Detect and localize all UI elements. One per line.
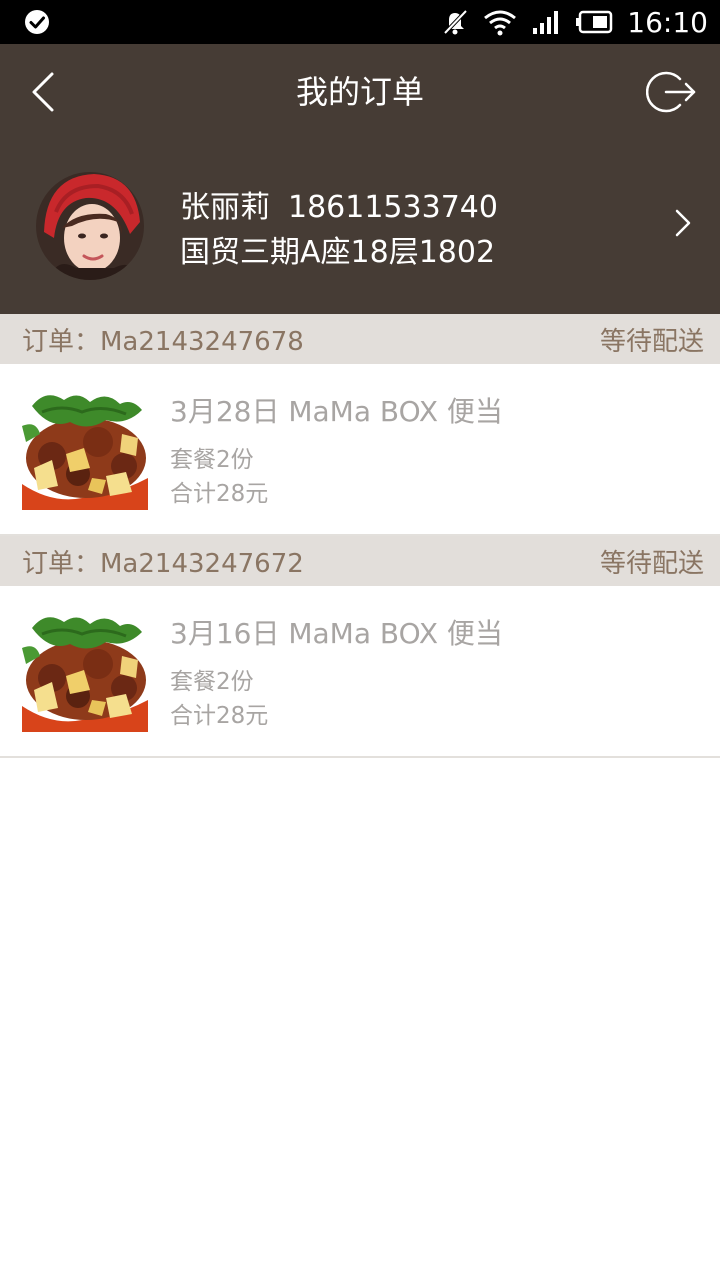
order-total: 合计28元 [170, 703, 269, 729]
status-bar: 16:10 [0, 0, 720, 44]
user-name: 张丽莉 [180, 190, 270, 225]
order-item[interactable]: 3月28日 MaMa BOX 便当 套餐2份 合计28元 [0, 364, 720, 536]
signal-icon [533, 11, 559, 34]
page-title: 我的订单 [295, 73, 424, 111]
battery-icon [576, 10, 613, 34]
user-phone: 18611533740 [288, 190, 498, 225]
chevron-right-icon [675, 209, 691, 237]
order-status: 等待配送 [599, 548, 704, 579]
order-header: 订单：Ma2143247678 等待配送 [0, 314, 720, 364]
order-status: 等待配送 [599, 326, 704, 357]
order-number: 订单：Ma2143247678 [22, 326, 304, 357]
order-number: 订单：Ma2143247672 [22, 548, 304, 579]
order-quantity: 套餐2份 [170, 447, 254, 473]
user-address: 国贸三期A座18层1802 [180, 235, 496, 270]
logout-icon [645, 71, 696, 113]
avatar [36, 172, 144, 280]
order-title: 3月16日 MaMa BOX 便当 [170, 617, 503, 650]
order-header: 订单：Ma2143247672 等待配送 [0, 536, 720, 586]
status-time: 16:10 [627, 5, 708, 39]
order-quantity: 套餐2份 [170, 669, 254, 695]
food-image [22, 386, 148, 510]
wifi-icon [484, 10, 517, 36]
user-name-phone: 张丽莉 18611533740 [180, 182, 498, 226]
order-list: 订单：Ma2143247678 等待配送 3月28日 MaMa BOX 便当 套… [0, 314, 720, 758]
order-total: 合计28元 [170, 481, 269, 507]
order-title: 3月28日 MaMa BOX 便当 [170, 395, 503, 428]
profile-card[interactable]: 张丽莉 18611533740 国贸三期A座18层1802 [0, 164, 720, 284]
check-circle-icon [25, 10, 49, 34]
header: 我的订单 张丽莉 18611533740 国贸三期A座18层1802 [0, 44, 720, 314]
mute-icon [443, 9, 468, 35]
order-item[interactable]: 3月16日 MaMa BOX 便当 套餐2份 合计28元 [0, 586, 720, 758]
food-image [22, 608, 148, 732]
logout-button[interactable] [645, 70, 698, 114]
